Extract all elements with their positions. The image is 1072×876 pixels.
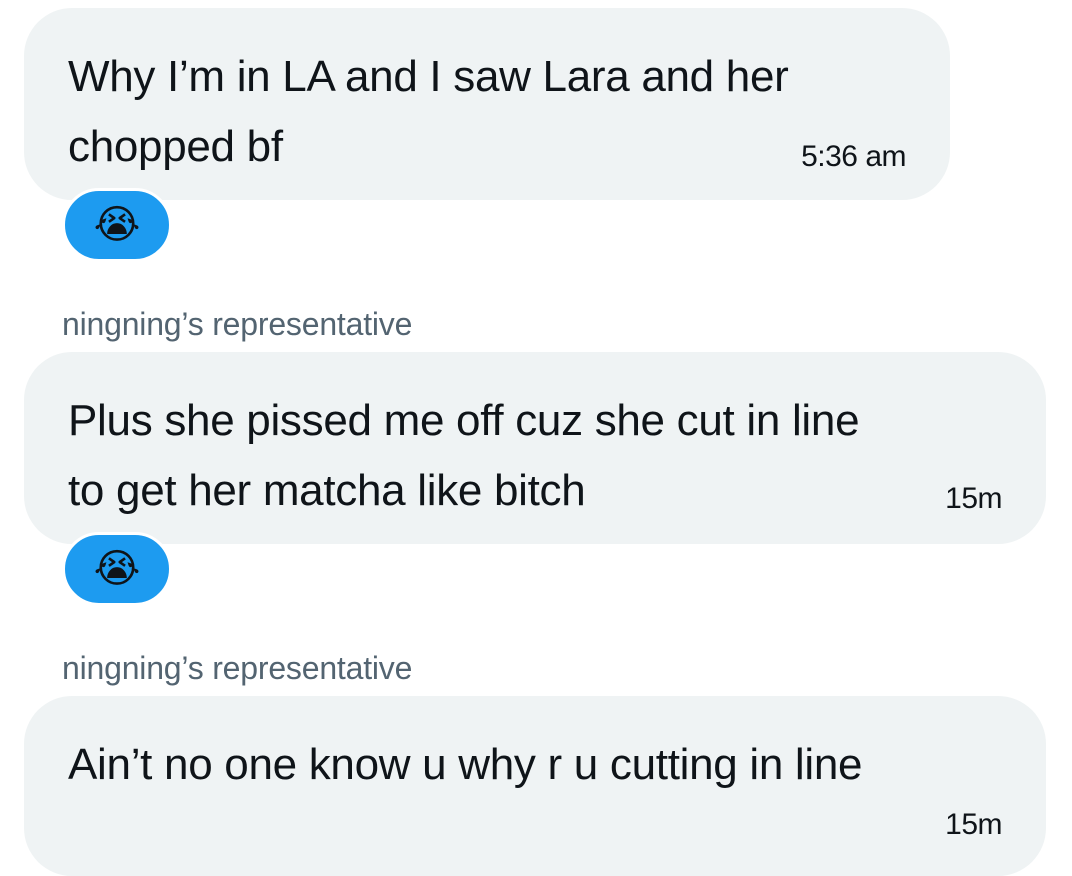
message-bubble[interactable]: Plus she pissed me off cuz she cut in li… xyxy=(24,352,1046,544)
message-bubble[interactable]: Ain’t no one know u why r u cutting in l… xyxy=(24,696,1046,876)
crying-face-icon: 😭 xyxy=(93,546,141,592)
reaction-badge[interactable]: 😭 xyxy=(62,188,172,262)
message-timestamp: 15m xyxy=(945,482,1002,515)
crying-face-icon: 😭 xyxy=(93,202,141,248)
message-bubble[interactable]: Why I’m in LA and I saw Lara and her cho… xyxy=(24,8,950,200)
sender-name: ningning’s representative xyxy=(62,650,413,686)
message-text: Plus she pissed me off cuz she cut in li… xyxy=(68,396,860,515)
message-text: Why I’m in LA and I saw Lara and her cho… xyxy=(68,52,789,171)
reaction-badge[interactable]: 😭 xyxy=(62,532,172,606)
message-text: Ain’t no one know u why r u cutting in l… xyxy=(68,740,863,789)
message-timestamp: 15m xyxy=(945,808,1002,841)
sender-name: ningning’s representative xyxy=(62,306,413,342)
message-timestamp: 5:36 am xyxy=(801,140,906,173)
